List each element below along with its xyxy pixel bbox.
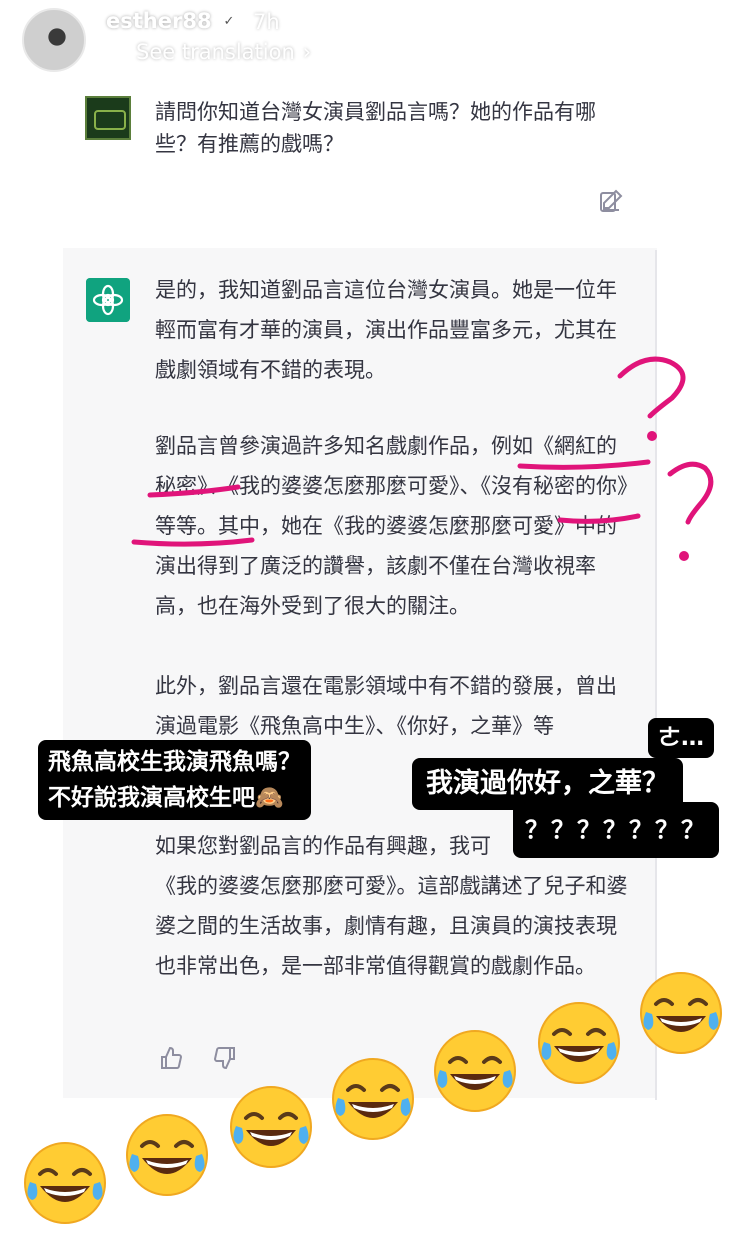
profile-avatar[interactable] bbox=[22, 8, 86, 72]
tears-of-joy-emoji-icon bbox=[229, 1085, 313, 1169]
tears-of-joy-emoji-icon bbox=[433, 1029, 517, 1113]
question-text: 請問你知道台灣女演員劉品言嗎？她的作品有哪些？有推薦的戲嗎？ bbox=[155, 100, 596, 156]
more-options-icon[interactable]: ••• bbox=[622, 20, 674, 50]
answer-paragraph: 劉品言曾參演過許多知名戲劇作品，例如《網紅的秘密》、《我的婆婆怎麼那麼可愛》、《… bbox=[155, 434, 628, 618]
user-message: 請問你知道台灣女演員劉品言嗎？她的作品有哪些？有推薦的戲嗎？ bbox=[63, 86, 657, 248]
caption-question-marks: ？？？？？？？ bbox=[513, 802, 719, 858]
caption-left: 飛魚高校生我演飛魚嗎？ 不好說我演高校生吧🙈 bbox=[38, 740, 311, 820]
story-time: 7h bbox=[253, 10, 280, 34]
question-mark-stroke bbox=[667, 461, 714, 525]
see-translation-label: See translation bbox=[136, 40, 295, 64]
chevron-right-icon: › bbox=[302, 40, 312, 64]
assistant-message: 是的，我知道劉品言這位台灣女演員。她是一位年輕而富有才華的演員，演出作品豐富多元… bbox=[63, 248, 657, 1098]
user-avatar bbox=[85, 96, 131, 140]
caption-left-line: 不好說我演高校生吧🙈 bbox=[48, 785, 284, 811]
close-icon[interactable] bbox=[700, 16, 746, 62]
story-header: esther88 ✓ 7h See translation › ••• bbox=[0, 0, 750, 86]
see-translation-link[interactable]: See translation › bbox=[108, 40, 311, 64]
tears-of-joy-emoji-icon bbox=[639, 971, 723, 1055]
caption-left-line: 飛魚高校生我演飛魚嗎？ bbox=[48, 749, 301, 775]
answer-paragraph: 此外，劉品言還在電影領域中有不錯的發展，曾出演過電影《飛魚高中生》、《你好，之華… bbox=[155, 674, 617, 738]
tears-of-joy-emoji-icon bbox=[23, 1141, 107, 1225]
answer-paragraph: 是的，我知道劉品言這位台灣女演員。她是一位年輕而富有才華的演員，演出作品豐富多元… bbox=[155, 278, 617, 382]
tears-of-joy-emoji-icon bbox=[331, 1057, 415, 1141]
thumbs-up-icon[interactable] bbox=[159, 1046, 183, 1070]
thumbs-down-icon[interactable] bbox=[213, 1046, 237, 1070]
edit-icon[interactable] bbox=[599, 188, 625, 214]
tears-of-joy-emoji-icon bbox=[125, 1113, 209, 1197]
tears-of-joy-emoji-icon bbox=[537, 1001, 621, 1085]
caption-right-top: ㄜ… bbox=[648, 718, 714, 758]
username[interactable]: esther88 bbox=[106, 9, 212, 33]
verified-badge-icon: ✓ bbox=[219, 12, 239, 32]
question-dot bbox=[679, 551, 689, 561]
chatgpt-logo-icon bbox=[86, 278, 130, 322]
translate-icon bbox=[108, 42, 128, 62]
chat-screenshot: 請問你知道台灣女演員劉品言嗎？她的作品有哪些？有推薦的戲嗎？ 是的，我知道劉品言… bbox=[63, 86, 657, 1098]
